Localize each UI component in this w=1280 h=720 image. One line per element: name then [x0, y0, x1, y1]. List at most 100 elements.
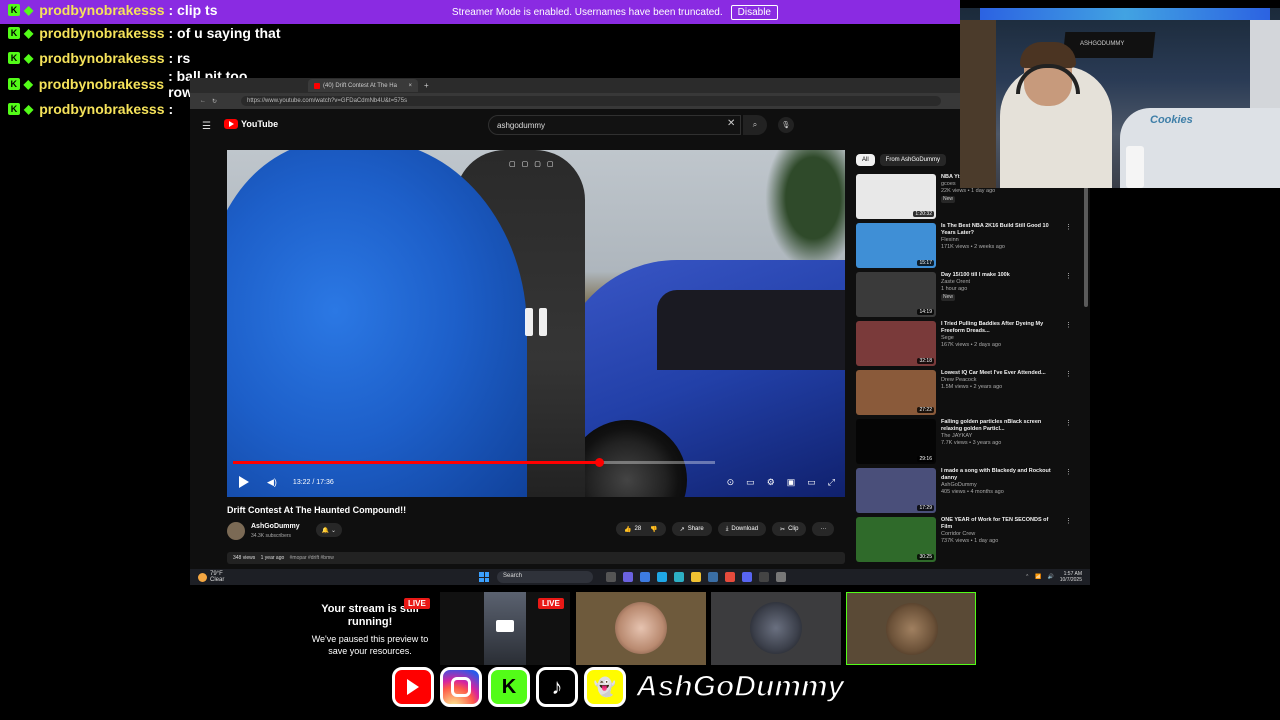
- pause-icon[interactable]: [525, 308, 547, 336]
- overlay-icon[interactable]: ▢: [522, 160, 529, 168]
- overlay-icon[interactable]: ▢: [509, 160, 516, 168]
- back-icon[interactable]: ←: [200, 98, 206, 104]
- recommendation-channel[interactable]: Drew Peacock: [941, 377, 1061, 384]
- app-icon[interactable]: [674, 572, 684, 582]
- more-actions-button[interactable]: ···: [812, 522, 835, 536]
- channel-name[interactable]: AshGoDummy: [251, 523, 300, 530]
- app-icon[interactable]: [776, 572, 786, 582]
- overlay-icon[interactable]: ▢: [534, 160, 541, 168]
- more-vert-icon[interactable]: ⋮: [1065, 321, 1072, 370]
- chip-from-channel[interactable]: From AshGoDummy: [879, 154, 947, 166]
- chevron-up-icon[interactable]: ⌃: [1025, 574, 1029, 580]
- more-vert-icon[interactable]: ⋮: [1065, 517, 1072, 566]
- more-vert-icon[interactable]: ⋮: [1065, 468, 1072, 517]
- video-thumbnail[interactable]: 27:22: [856, 370, 936, 415]
- autoplay-toggle-icon[interactable]: ⊙: [727, 477, 735, 488]
- recommendation-channel[interactable]: Sege: [941, 335, 1061, 342]
- channel-avatar[interactable]: [227, 522, 245, 540]
- taskbar-search[interactable]: Search: [497, 571, 593, 583]
- obs-icon[interactable]: [759, 572, 769, 582]
- file-explorer-icon[interactable]: [691, 572, 701, 582]
- recommendation-channel[interactable]: Zaste Orent: [941, 279, 1061, 286]
- more-vert-icon[interactable]: ⋮: [1065, 223, 1072, 272]
- theater-mode-icon[interactable]: ▭: [807, 477, 816, 488]
- overlay-icon[interactable]: ▢: [547, 160, 554, 168]
- stream-preview-tile[interactable]: [576, 592, 706, 665]
- video-thumbnail[interactable]: 17:29: [856, 468, 936, 513]
- recommendation-title[interactable]: I made a song with Blackedy and Rockout …: [941, 468, 1061, 482]
- recommendation-item[interactable]: 17:29 I made a song with Blackedy and Roc…: [856, 468, 1084, 517]
- sidebar-scrollbar[interactable]: [1084, 187, 1088, 307]
- like-button[interactable]: 👍 28 👎: [616, 522, 666, 536]
- stream-preview-tile-selected[interactable]: [846, 592, 976, 665]
- clear-search-icon[interactable]: ✕: [727, 118, 735, 129]
- youtube-app-icon[interactable]: [725, 572, 735, 582]
- weather-widget[interactable]: 79°F Clear: [198, 571, 224, 583]
- stream-preview-tile[interactable]: [711, 592, 841, 665]
- video-thumbnail[interactable]: 15:17: [856, 223, 936, 268]
- video-thumbnail[interactable]: 1:20:32: [856, 174, 936, 219]
- video-thumbnail[interactable]: 29:16: [856, 419, 936, 464]
- more-vert-icon[interactable]: ⋮: [1065, 370, 1072, 419]
- thumbs-down-icon[interactable]: 👎: [650, 526, 657, 533]
- tab-close-icon[interactable]: ×: [408, 83, 412, 89]
- fullscreen-icon[interactable]: ⤢: [828, 477, 835, 488]
- video-tags[interactable]: #mopar #drift #bmw: [290, 555, 334, 561]
- chip-all[interactable]: All: [856, 154, 875, 166]
- teams-icon[interactable]: [623, 572, 633, 582]
- settings-gear-icon[interactable]: ⚙: [767, 477, 775, 488]
- recommendation-channel[interactable]: AshGoDummy: [941, 482, 1061, 489]
- recommendation-item[interactable]: 15:17 Is The Best NBA 2K16 Build Still Go…: [856, 223, 1084, 272]
- recommendation-item[interactable]: 30:25 ONE YEAR of Work for TEN SECONDS of…: [856, 517, 1084, 566]
- edge-icon[interactable]: [657, 572, 667, 582]
- video-progress-bar[interactable]: [233, 458, 715, 467]
- recommendation-title[interactable]: ONE YEAR of Work for TEN SECONDS of Film: [941, 517, 1061, 531]
- new-tab-button[interactable]: +: [424, 81, 429, 90]
- recommendation-title[interactable]: Is The Best NBA 2K16 Build Still Good 10…: [941, 223, 1061, 237]
- captions-icon[interactable]: ▭: [746, 477, 755, 488]
- video-thumbnail[interactable]: 14:19: [856, 272, 936, 317]
- discord-icon[interactable]: [742, 572, 752, 582]
- store-icon[interactable]: [708, 572, 718, 582]
- recommendation-channel[interactable]: The JAYKAY: [941, 433, 1061, 440]
- video-thumbnail[interactable]: 30:25: [856, 517, 936, 562]
- clip-button[interactable]: ✂ Clip: [772, 522, 807, 536]
- app-icon[interactable]: [640, 572, 650, 582]
- browser-tab[interactable]: (40) Drift Contest At The Ha ×: [308, 79, 418, 92]
- reload-icon[interactable]: ↻: [212, 98, 217, 105]
- search-button[interactable]: ⌕: [743, 115, 767, 135]
- play-icon[interactable]: [239, 476, 249, 488]
- recommendation-item[interactable]: 27:22 Lowest IQ Car Meet I've Ever Attend…: [856, 370, 1084, 419]
- more-vert-icon[interactable]: ⋮: [1065, 419, 1072, 468]
- recommendation-title[interactable]: Falling golden particles nBlack screen r…: [941, 419, 1061, 433]
- voice-search-button[interactable]: 🎙: [778, 117, 794, 133]
- download-button[interactable]: ⤓ Download: [717, 522, 767, 536]
- recommendation-channel[interactable]: Corridor Crew: [941, 531, 1061, 538]
- video-player[interactable]: ▢ ▢ ▢ ▢ ◀) 13:22 / 17:36 ⊙ ▭ ⚙ ▣ ▭ ⤢: [227, 150, 845, 497]
- recommendation-item[interactable]: 29:16 Falling golden particles nBlack scr…: [856, 419, 1084, 468]
- notification-bell-button[interactable]: 🔔 ⌄: [316, 523, 342, 537]
- recommendation-title[interactable]: I Tried Pulling Baddies After Dyeing My …: [941, 321, 1061, 335]
- task-view-icon[interactable]: [606, 572, 616, 582]
- video-description[interactable]: 348 views 1 year ago #mopar #drift #bmw: [227, 552, 845, 564]
- video-thumbnail[interactable]: 32:18: [856, 321, 936, 366]
- youtube-logo[interactable]: YouTube: [224, 119, 278, 129]
- miniplayer-icon[interactable]: ▣: [787, 477, 796, 488]
- recommendation-title[interactable]: Lowest IQ Car Meet I've Ever Attended...: [941, 370, 1061, 377]
- volume-icon[interactable]: ◀): [267, 477, 277, 488]
- recommendation-title[interactable]: Day 15/100 till I make 100k: [941, 272, 1061, 279]
- url-field[interactable]: https://www.youtube.com/watch?v=GFDaCdmN…: [241, 96, 942, 106]
- more-vert-icon[interactable]: ⋮: [1065, 272, 1072, 321]
- recommendation-item[interactable]: 14:19 Day 15/100 till I make 100k Zaste Or…: [856, 272, 1084, 321]
- menu-icon[interactable]: ☰: [202, 121, 211, 132]
- search-input[interactable]: ashgodummy: [488, 115, 741, 135]
- wall-flag-label: ASHGODUMMY: [1080, 41, 1125, 47]
- disable-button[interactable]: Disable: [730, 4, 778, 20]
- windows-start-icon[interactable]: [479, 572, 489, 582]
- taskbar-clock[interactable]: 1:57 AM 10/7/2025: [1060, 571, 1082, 583]
- wifi-icon[interactable]: 📶: [1035, 574, 1041, 580]
- speaker-icon[interactable]: 🔊: [1048, 574, 1054, 580]
- recommendation-channel[interactable]: Flexinn: [941, 237, 1061, 244]
- recommendation-item[interactable]: 32:18 I Tried Pulling Baddies After Dyein…: [856, 321, 1084, 370]
- share-button[interactable]: ↗ Share: [671, 522, 712, 536]
